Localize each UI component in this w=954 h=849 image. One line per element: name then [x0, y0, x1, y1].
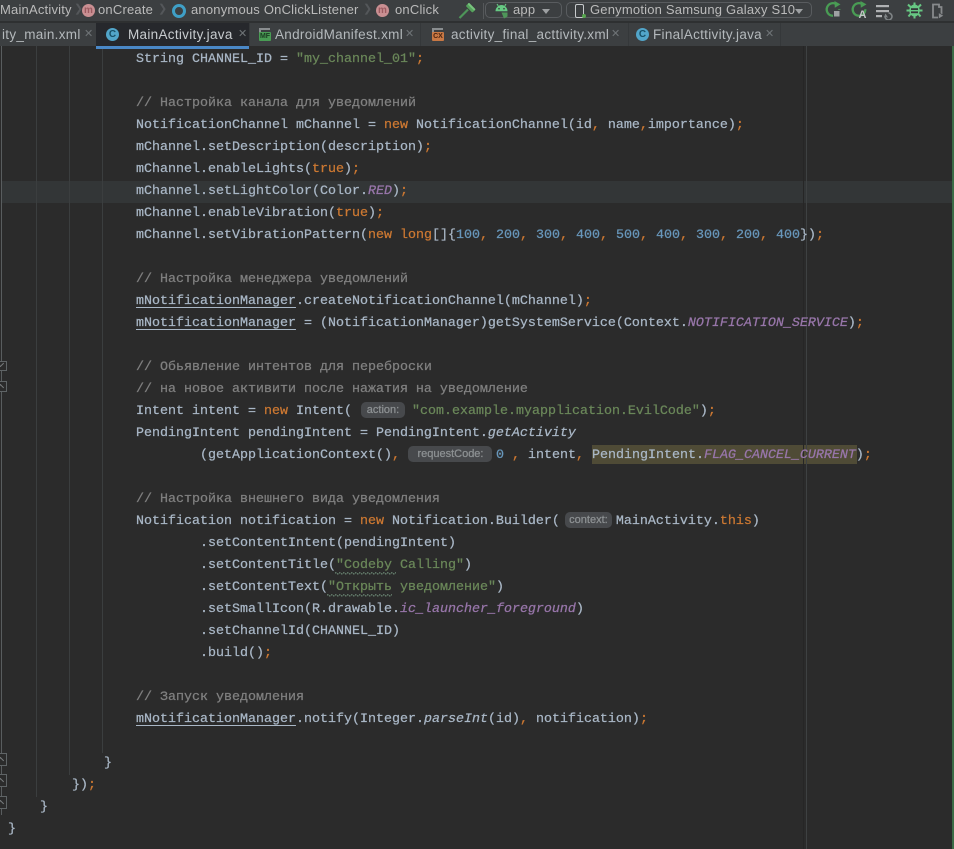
svg-text:A: A	[859, 9, 867, 19]
